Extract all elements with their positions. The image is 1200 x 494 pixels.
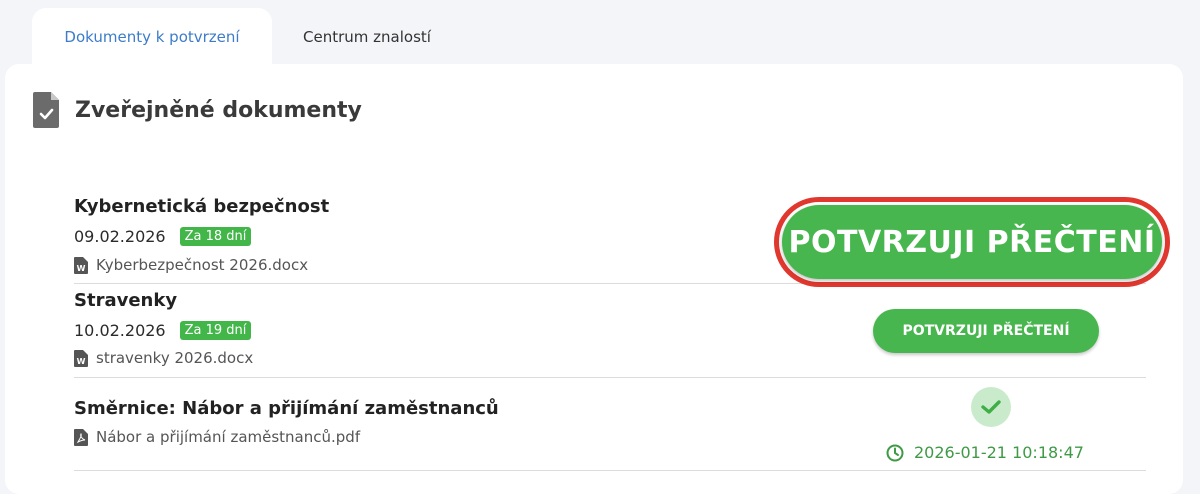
document-date: 10.02.2026 — [74, 321, 166, 340]
confirmed-timestamp-text: 2026-01-21 10:18:47 — [914, 443, 1084, 462]
document-date-line: 10.02.2026 Za 19 dní — [74, 321, 252, 340]
section-header: Zveřejněné dokumenty — [33, 92, 362, 128]
pdf-file-icon — [74, 428, 88, 446]
section-title: Zveřejněné dokumenty — [75, 97, 362, 123]
row-divider — [74, 377, 1146, 378]
document-file-link[interactable]: W stravenky 2026.docx — [74, 349, 253, 367]
confirm-read-button[interactable]: POTVRZUJI PŘEČTENÍ — [873, 309, 1099, 353]
confirm-read-button[interactable]: POTVRZUJI PŘEČTENÍ — [782, 205, 1162, 279]
confirmed-check-icon — [971, 387, 1011, 427]
document-date: 09.02.2026 — [74, 227, 166, 246]
document-date-line: 09.02.2026 Za 18 dní — [74, 227, 252, 246]
document-file-name: Nábor a přijímání zaměstnanců.pdf — [96, 428, 361, 446]
document-title: Kybernetická bezpečnost — [74, 196, 330, 217]
deadline-badge: Za 19 dní — [179, 321, 252, 340]
document-title: Směrnice: Nábor a přijímání zaměstnanců — [74, 398, 499, 419]
word-file-icon: W — [74, 349, 88, 367]
tab-centrum-znalosti[interactable]: Centrum znalostí — [272, 8, 462, 66]
row-divider — [74, 470, 1146, 471]
document-check-icon — [33, 92, 59, 128]
svg-text:W: W — [77, 264, 86, 273]
document-file-link[interactable]: Nábor a přijímání zaměstnanců.pdf — [74, 428, 360, 446]
deadline-badge: Za 18 dní — [179, 227, 252, 246]
tab-bar: Dokumenty k potvrzení Centrum znalostí — [32, 8, 462, 66]
document-file-name: Kyberbezpečnost 2026.docx — [96, 256, 309, 274]
document-file-link[interactable]: W Kyberbezpečnost 2026.docx — [74, 256, 308, 274]
document-file-name: stravenky 2026.docx — [96, 349, 254, 367]
svg-text:W: W — [77, 357, 86, 366]
word-file-icon: W — [74, 256, 88, 274]
check-icon — [981, 400, 1001, 414]
document-title: Stravenky — [74, 290, 178, 311]
tab-dokumenty-k-potvrzeni[interactable]: Dokumenty k potvrzení — [32, 8, 272, 66]
clock-icon — [886, 444, 904, 461]
confirm-read-button-highlighted: POTVRZUJI PŘEČTENÍ — [774, 197, 1171, 287]
confirmed-timestamp: 2026-01-21 10:18:47 — [886, 443, 1084, 462]
